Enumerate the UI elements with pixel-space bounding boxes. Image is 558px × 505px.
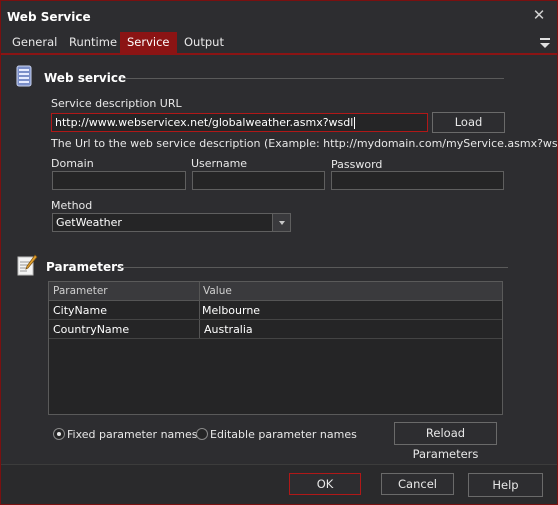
parameters-section-title: Parameters (46, 260, 125, 274)
tab-output[interactable]: Output (177, 32, 231, 53)
tab-runtime[interactable]: Runtime (62, 32, 124, 53)
column-header-parameter[interactable]: Parameter (53, 285, 108, 297)
password-input[interactable] (331, 171, 504, 190)
section-divider (121, 267, 508, 268)
tab-bar: General Runtime Service Output (1, 32, 557, 55)
method-select[interactable]: GetWeather (52, 213, 291, 232)
password-label: Password (331, 158, 383, 171)
web-service-section-title: Web service (44, 71, 127, 85)
parameter-name-cell: CountryName (53, 323, 130, 336)
tab-service[interactable]: Service (120, 32, 177, 53)
method-select-value: GetWeather (56, 216, 122, 229)
reload-parameters-button[interactable]: Reload Parameters (394, 422, 497, 461)
url-label: Service description URL (51, 97, 182, 110)
parameters-icon (17, 254, 38, 276)
parameter-value-cell[interactable]: Melbourne (202, 304, 260, 317)
parameter-value-cell[interactable]: Australia (204, 323, 253, 336)
help-button[interactable]: Help (468, 473, 543, 497)
window-title: Web Service (7, 10, 91, 24)
parameter-name-cell: CityName (53, 304, 108, 317)
web-service-icon (16, 65, 32, 87)
parameters-grid[interactable]: Parameter Value CityName Melbourne Count… (48, 281, 503, 415)
web-service-dialog: Web Service ✕ General Runtime Service Ou… (0, 0, 558, 505)
load-button[interactable]: Load (432, 112, 505, 133)
username-input[interactable] (192, 171, 325, 190)
url-input[interactable]: http://www.webservicex.net/globalweather… (51, 113, 428, 132)
chevron-down-icon[interactable] (272, 214, 290, 231)
title-bar: Web Service ✕ (1, 1, 557, 31)
text-caret (354, 117, 356, 129)
dialog-footer: OK Cancel Help (1, 464, 557, 504)
ok-button[interactable]: OK (289, 473, 361, 495)
tab-general[interactable]: General (5, 32, 64, 53)
fixed-names-radio[interactable] (53, 428, 65, 440)
table-row[interactable]: CountryName Australia (49, 320, 502, 339)
method-label: Method (51, 199, 93, 212)
editable-names-radio[interactable] (196, 428, 208, 440)
url-input-value: http://www.webservicex.net/globalweather… (55, 116, 354, 129)
close-icon[interactable]: ✕ (531, 7, 547, 23)
username-label: Username (191, 157, 248, 170)
cancel-button[interactable]: Cancel (381, 473, 454, 495)
domain-input[interactable] (52, 171, 186, 190)
domain-label: Domain (51, 157, 94, 170)
fixed-names-label[interactable]: Fixed parameter names (67, 428, 198, 441)
tab-menu-icon[interactable] (539, 35, 551, 49)
table-row[interactable]: CityName Melbourne (49, 301, 502, 320)
url-help-text: The Url to the web service description (… (51, 137, 558, 150)
column-header-value[interactable]: Value (203, 285, 232, 297)
grid-header: Parameter Value (49, 282, 502, 301)
section-divider (121, 78, 504, 79)
editable-names-label[interactable]: Editable parameter names (210, 428, 357, 441)
